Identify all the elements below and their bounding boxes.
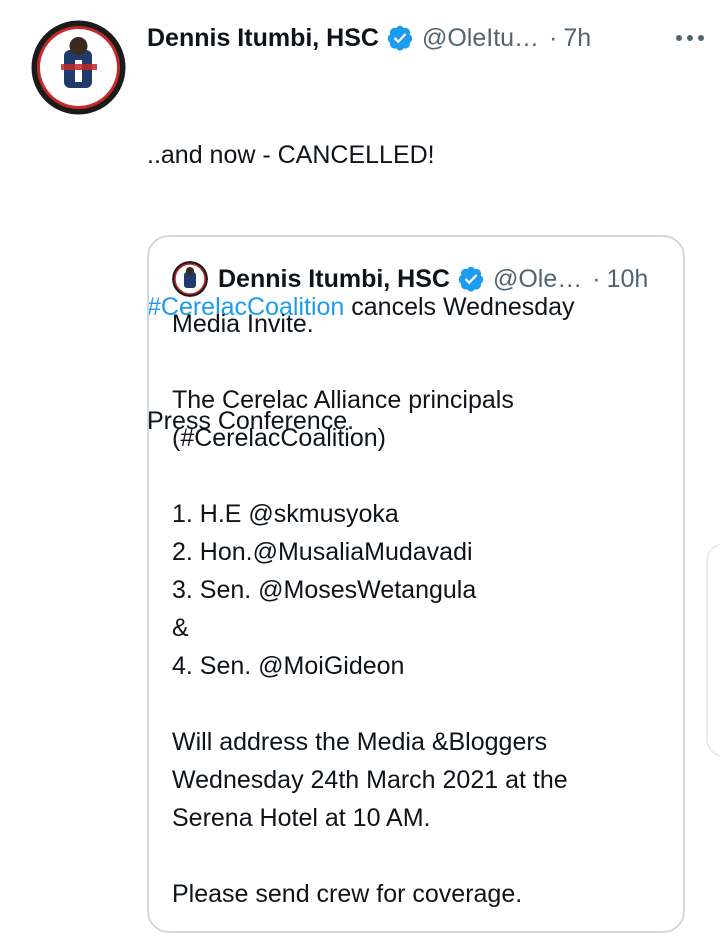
quoted-tweet-timestamp: 10h [606,264,649,293]
quoted-line: & [172,614,189,642]
tweet[interactable]: Dennis Itumbi, HSC @OleItu… · 7h ..and n… [0,0,720,946]
quoted-author-avatar [172,261,208,297]
quoted-line: Wednesday 24th March 2021 at the [172,766,568,794]
author-avatar[interactable] [31,20,126,115]
quoted-tweet-header: Dennis Itumbi, HSC @Ole… · 10h [172,259,663,299]
separator-dot: · [549,23,558,52]
author-handle[interactable]: @OleItu… [422,24,539,53]
verified-badge-icon [458,266,484,292]
quoted-tweet[interactable]: Dennis Itumbi, HSC @Ole… · 10h Media Inv… [147,235,685,933]
verified-badge-icon [387,25,413,51]
quoted-line [172,685,672,723]
quoted-line: Serena Hotel at 10 AM. [172,804,431,832]
tweet-timestamp[interactable]: 7h [563,24,591,53]
separator-dot: · [592,264,601,293]
quoted-tweet-text: Media Invite. The Cerelac Alliance princ… [172,305,672,913]
quoted-line: 3. Sen. @MosesWetangula [172,576,477,604]
quoted-line: Please send crew for coverage. [172,880,523,908]
quoted-line [172,343,672,381]
quoted-author-handle: @Ole… [492,264,583,293]
quoted-author-name: Dennis Itumbi, HSC [218,264,450,293]
quoted-line [172,457,672,495]
adjacent-card-edge [706,543,720,757]
quoted-line: (#CerelacCoalition) [172,424,386,452]
quoted-line: The Cerelac Alliance principals [172,386,514,414]
quoted-line [172,837,672,875]
more-options-icon[interactable] [674,18,706,58]
tweet-header: Dennis Itumbi, HSC @OleItu… · 7h [147,18,700,58]
quoted-line: Will address the Media &Bloggers [172,728,548,756]
author-name[interactable]: Dennis Itumbi, HSC [147,24,379,53]
quoted-line: 4. Sen. @MoiGideon [172,652,405,680]
quoted-line: 2. Hon.@MusaliaMudavadi [172,538,473,566]
tweet-line-1: ..and now - CANCELLED! [147,141,435,169]
quoted-line: 1. H.E @skmusyoka [172,500,399,528]
quoted-line: Media Invite. [172,310,314,338]
